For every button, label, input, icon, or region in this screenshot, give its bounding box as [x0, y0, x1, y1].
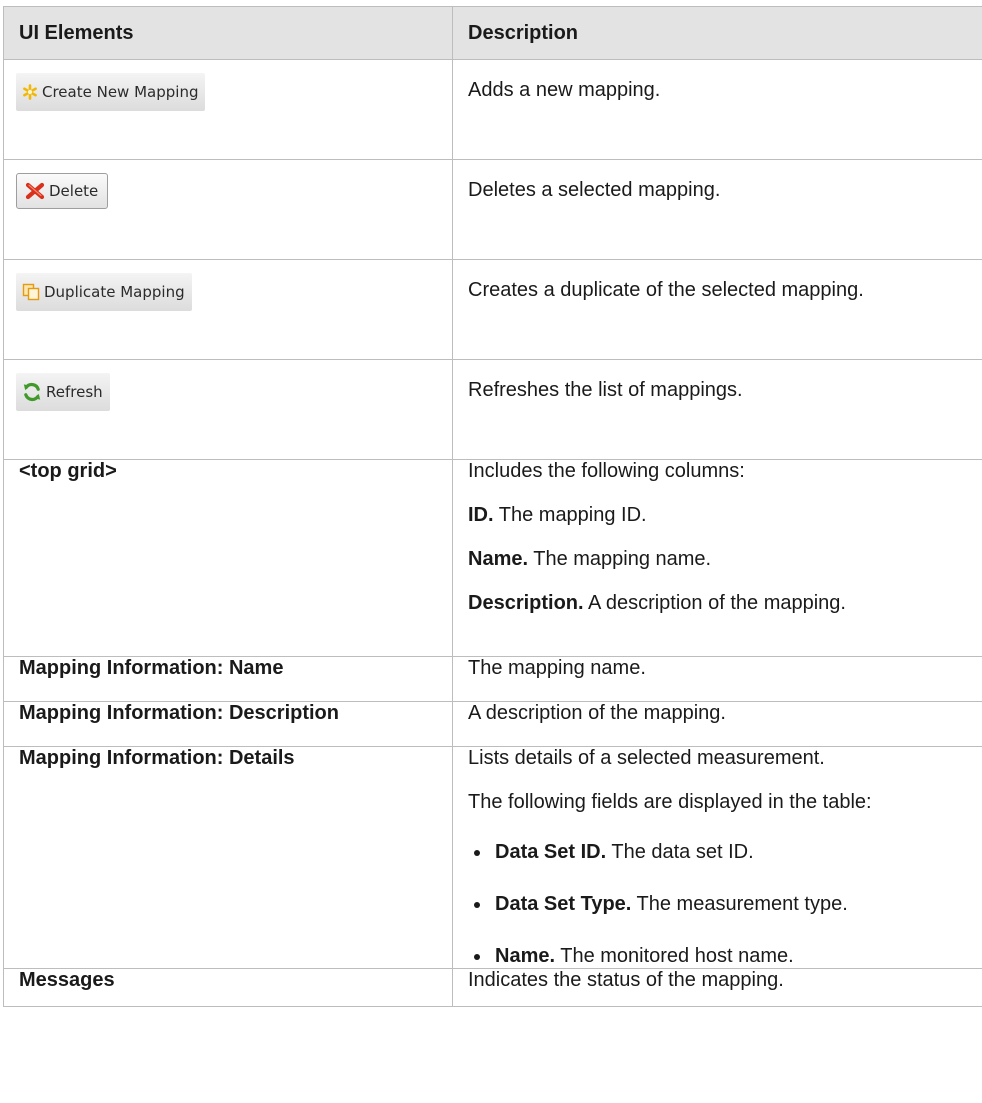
table-row: Duplicate Mapping Creates a duplicate of…: [3, 259, 982, 360]
mapping-description-element: Mapping Information: Description: [3, 701, 453, 747]
duplicate-mapping-button[interactable]: Duplicate Mapping: [16, 273, 192, 311]
asterisk-icon: [22, 84, 38, 100]
top-grid-description: Includes the following columns: ID. The …: [452, 459, 982, 657]
mapping-name-description: The mapping name.: [452, 656, 982, 702]
create-new-mapping-description: Adds a new mapping.: [452, 59, 982, 160]
field-term: Data Set Type.: [495, 893, 632, 915]
table-row: <top grid> Includes the following column…: [3, 459, 982, 657]
header-ui-elements: UI Elements: [3, 6, 453, 60]
field-text: The data set ID.: [606, 841, 754, 863]
create-new-mapping-label: Create New Mapping: [42, 82, 199, 101]
messages-description: Indicates the status of the mapping.: [452, 968, 982, 1007]
field-term: Name.: [495, 945, 556, 967]
duplicate-mapping-description: Creates a duplicate of the selected mapp…: [452, 259, 982, 360]
column-text: A description of the mapping.: [583, 592, 846, 614]
create-new-mapping-button[interactable]: Create New Mapping: [16, 73, 206, 111]
delete-description: Deletes a selected mapping.: [452, 159, 982, 260]
top-grid-intro: Includes the following columns:: [468, 460, 745, 482]
column-item: Description. A description of the mappin…: [468, 592, 982, 615]
messages-element: Messages: [3, 968, 453, 1007]
table-row: Mapping Information: Details Lists detai…: [3, 746, 982, 969]
refresh-button[interactable]: Refresh: [16, 373, 110, 411]
table-row: Messages Indicates the status of the map…: [3, 968, 982, 1007]
details-line-2: The following fields are displayed in th…: [468, 791, 872, 813]
field-text: The monitored host name.: [555, 945, 794, 967]
mapping-name-element: Mapping Information: Name: [3, 656, 453, 702]
column-text: The mapping ID.: [493, 504, 647, 526]
list-item: Data Set Type. The measurement type.: [468, 893, 982, 916]
mapping-details-description: Lists details of a selected measurement.…: [452, 746, 982, 969]
field-text: The measurement type.: [631, 893, 848, 915]
mapping-details-element: Mapping Information: Details: [3, 746, 453, 969]
list-item: Data Set ID. The data set ID.: [468, 841, 982, 864]
table-row: Delete Deletes a selected mapping.: [3, 159, 982, 260]
ui-elements-table: UI Elements Description Create New Mappi…: [3, 6, 982, 1007]
field-term: Data Set ID.: [495, 841, 607, 863]
column-term: Description.: [468, 592, 584, 614]
table-row: Create New Mapping Adds a new mapping.: [3, 59, 982, 160]
delete-x-icon: [25, 182, 45, 200]
table-header-row: UI Elements Description: [3, 6, 982, 60]
details-line-1: Lists details of a selected measurement.: [468, 747, 825, 769]
delete-button[interactable]: Delete: [16, 173, 109, 209]
column-item: ID. The mapping ID.: [468, 504, 982, 527]
duplicate-icon: [22, 283, 40, 301]
column-text: The mapping name.: [528, 548, 712, 570]
table-row: Refresh Refreshes the list of mappings.: [3, 359, 982, 460]
top-grid-element: <top grid>: [3, 459, 453, 657]
table-row: Mapping Information: Name The mapping na…: [3, 656, 982, 702]
column-term: ID.: [468, 504, 494, 526]
mapping-description-description: A description of the mapping.: [452, 701, 982, 747]
column-term: Name.: [468, 548, 529, 570]
refresh-label: Refresh: [46, 382, 103, 401]
duplicate-mapping-label: Duplicate Mapping: [44, 282, 185, 301]
refresh-icon: [22, 382, 42, 402]
fields-list: Data Set ID. The data set ID. Data Set T…: [468, 841, 982, 968]
list-item: Name. The monitored host name.: [468, 945, 982, 968]
table-row: Mapping Information: Description A descr…: [3, 701, 982, 747]
column-item: Name. The mapping name.: [468, 548, 982, 571]
header-description: Description: [452, 6, 982, 60]
delete-label: Delete: [49, 181, 99, 200]
refresh-description: Refreshes the list of mappings.: [452, 359, 982, 460]
